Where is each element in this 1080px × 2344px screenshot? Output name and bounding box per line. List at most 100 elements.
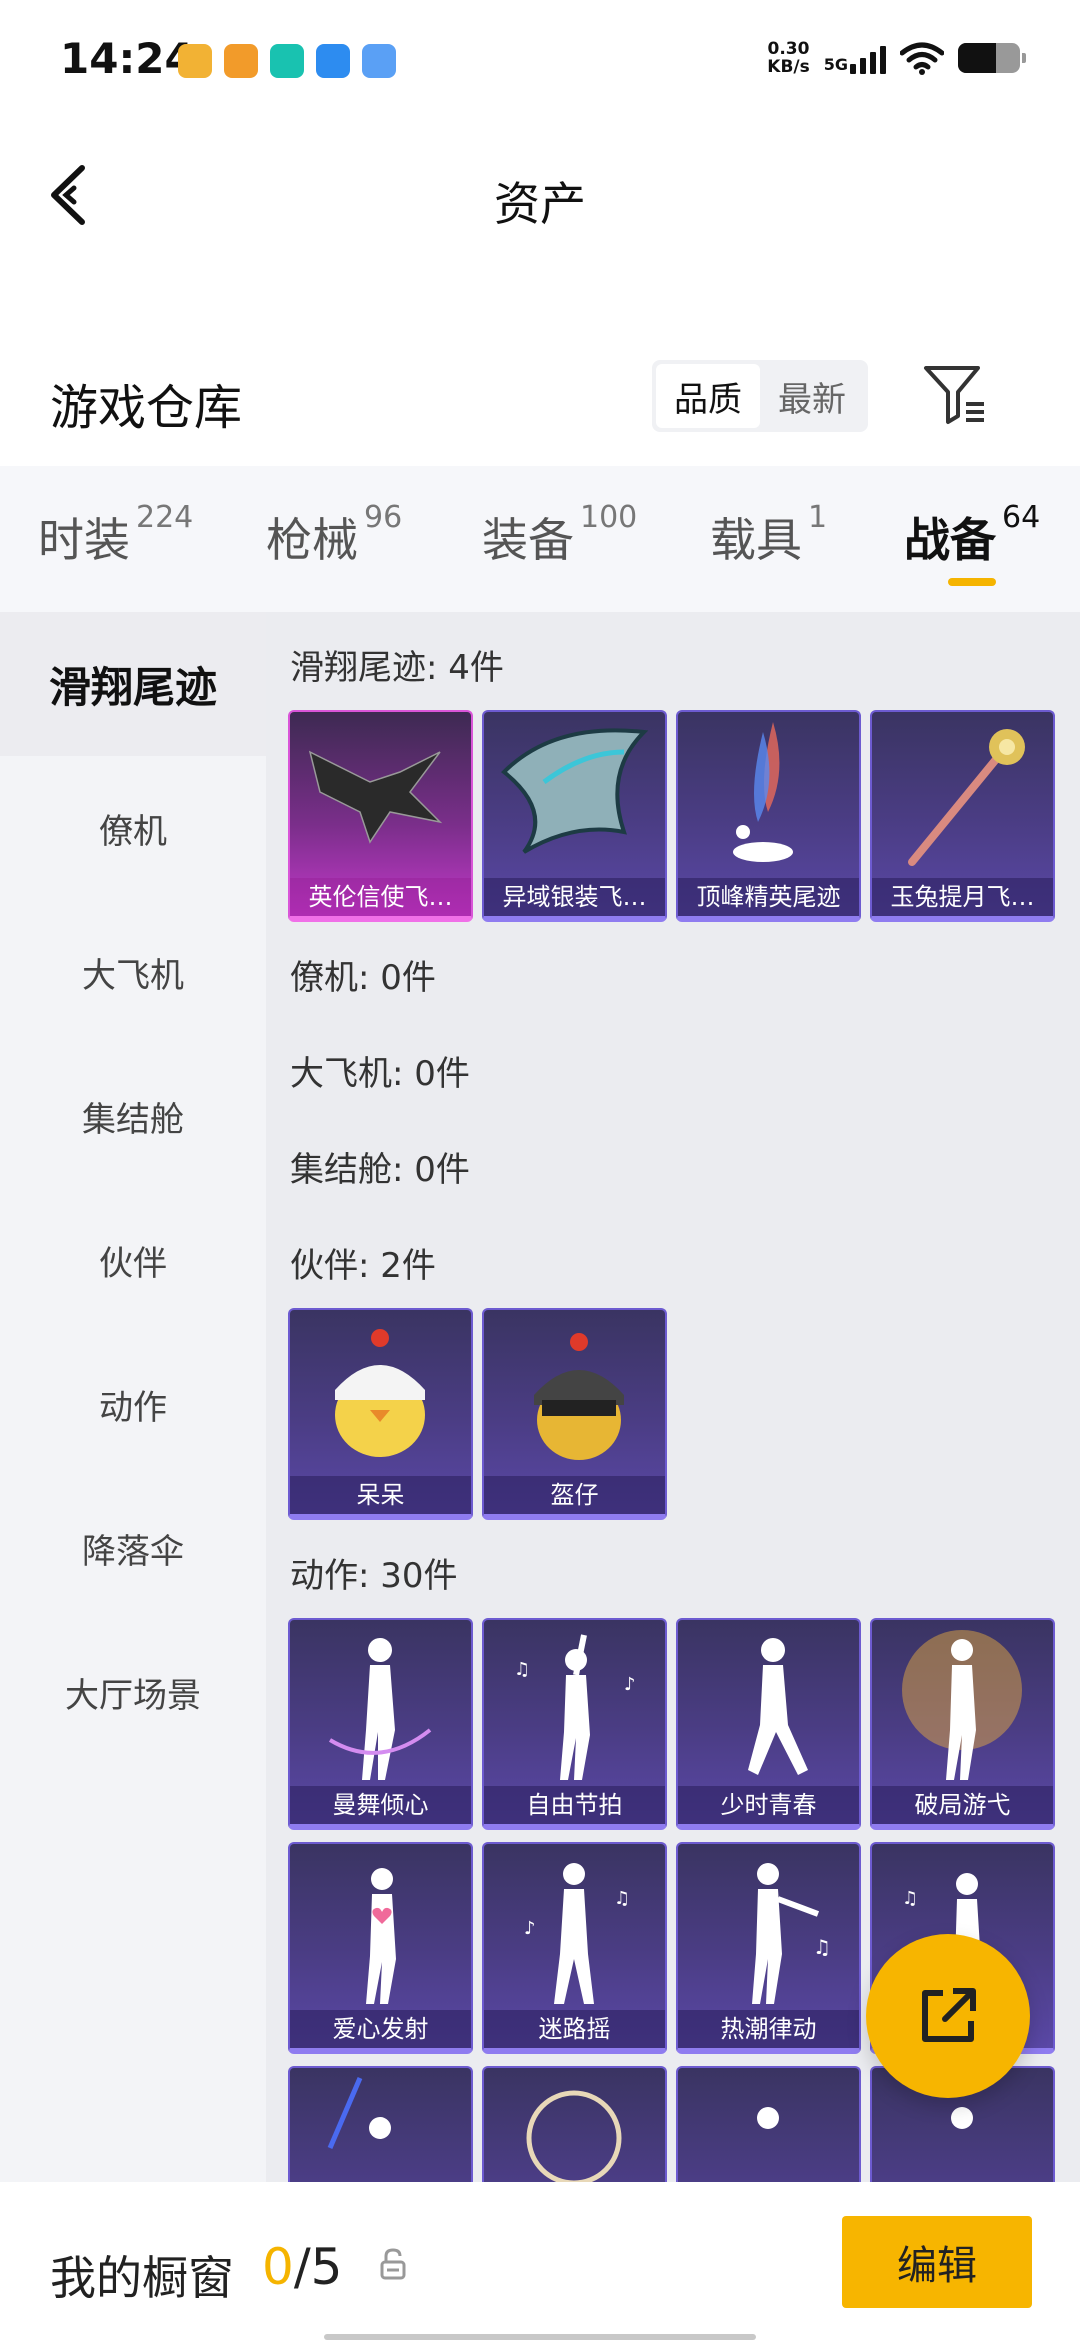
signal-icon [850, 42, 886, 74]
showcase-bar: 我的橱窗 0/5 编辑 [0, 2182, 1080, 2344]
item-card[interactable]: 曼舞倾心 [288, 1618, 473, 1830]
item-card[interactable]: ♫ 热潮律动 [676, 1842, 861, 2054]
heart-dancer-item-image [366, 1868, 396, 2004]
item-card[interactable]: 异域银装飞… [482, 710, 667, 922]
status-time: 14:24 [60, 34, 194, 83]
filter-button[interactable] [920, 358, 992, 430]
section-title-wingman: 僚机: 0件 [290, 958, 436, 998]
dancer-item-image [748, 1638, 808, 1775]
page-title: 资产 [494, 177, 586, 231]
item-name: 爱心发射 [290, 2010, 471, 2048]
side-item-parachute[interactable]: 降落伞 [0, 1476, 266, 1620]
item-name: 破局游弋 [872, 1786, 1053, 1824]
svg-text:♪: ♪ [524, 1918, 536, 1939]
showcase-count: 0/5 [262, 2238, 342, 2296]
item-card[interactable]: ♫ ♪ 自由节拍 [482, 1618, 667, 1830]
sort-quality-option[interactable]: 品质 [656, 364, 760, 428]
status-bar: 14:24 0.30 KB/s 5G [0, 0, 1080, 120]
tab-vehicles[interactable]: 载具 1 [710, 500, 827, 570]
item-card[interactable]: 盔仔 [482, 1308, 667, 1520]
chick-item-image [335, 1329, 425, 1457]
net-speed: 0.30 KB/s [767, 40, 809, 76]
item-name: 热潮律动 [678, 2010, 859, 2048]
svg-text:♫: ♫ [514, 1659, 530, 1680]
item-card[interactable] [288, 2066, 473, 2182]
tab-combat-gear[interactable]: 战备 64 [904, 500, 1040, 570]
item-name: 少时青春 [678, 1786, 859, 1824]
svg-text:♫: ♫ [813, 1935, 831, 1959]
active-tab-indicator [948, 578, 996, 586]
side-item-glide-trail[interactable]: 滑翔尾迹 [0, 612, 266, 756]
app-notification-icon [178, 44, 212, 78]
status-indicators: 0.30 KB/s 5G [767, 40, 1026, 76]
battery-icon [958, 43, 1026, 73]
item-card[interactable]: 玉兔提月飞… [870, 710, 1055, 922]
tab-count: 100 [580, 500, 638, 535]
dancer-item-image: ♫ ♪ [514, 1634, 636, 1780]
dancer-item-image [328, 1638, 432, 1780]
app-notification-icon [270, 44, 304, 78]
app-notification-icon [224, 44, 258, 78]
item-card[interactable]: ♪ ♫ 迷路摇 [482, 1842, 667, 2054]
share-button[interactable] [866, 1934, 1030, 2098]
tab-label: 枪械 [266, 513, 358, 567]
item-name: 迷路摇 [484, 2010, 665, 2048]
side-nav: 滑翔尾迹 僚机 大飞机 集结舱 伙伴 动作 降落伞 大厅场景 [0, 612, 266, 2182]
filter-icon [924, 366, 984, 424]
item-card[interactable]: 顶峰精英尾迹 [676, 710, 861, 922]
dancer-item-image [757, 2107, 779, 2129]
section-title-emote: 动作: 30件 [290, 1556, 458, 1596]
item-card[interactable]: 呆呆 [288, 1308, 473, 1520]
wifi-icon [900, 42, 944, 75]
home-indicator[interactable] [324, 2334, 756, 2340]
side-item-wingman[interactable]: 僚机 [0, 756, 266, 900]
item-card[interactable]: 爱心发射 [288, 1842, 473, 2054]
item-name: 自由节拍 [484, 1786, 665, 1824]
item-card[interactable] [482, 2066, 667, 2182]
tab-label: 战备 [904, 513, 996, 567]
item-name: 呆呆 [290, 1476, 471, 1514]
item-name: 异域银装飞… [484, 878, 665, 916]
tab-label: 装备 [482, 513, 574, 567]
showcase-title: 我的橱窗 [50, 2251, 234, 2305]
golden-wings-item-image [902, 1630, 1022, 1780]
dancer-item-image [327, 2077, 391, 2149]
tab-fashion[interactable]: 时装 224 [38, 500, 193, 570]
section-title-pod: 集结舱: 0件 [290, 1150, 470, 1190]
category-tabs: 时装 224 枪械 96 装备 100 载具 1 战备 64 [0, 466, 1080, 612]
side-item-emote[interactable]: 动作 [0, 1332, 266, 1476]
tab-count: 96 [364, 500, 403, 535]
section-title-plane: 大飞机: 0件 [290, 1054, 470, 1094]
assets-page: 14:24 0.30 KB/s 5G 资产 游戏仓库 品质 最新 时装 224 … [0, 0, 1080, 2344]
side-item-lobby-scene[interactable]: 大厅场景 [0, 1620, 266, 1764]
tab-label: 时装 [38, 513, 130, 567]
showcase-count-current: 0 [262, 2238, 294, 2296]
tab-label: 载具 [710, 513, 802, 567]
side-item-big-plane[interactable]: 大飞机 [0, 900, 266, 1044]
sort-toggle: 品质 最新 [652, 360, 868, 432]
section-title-companion: 伙伴: 2件 [290, 1246, 436, 1286]
warehouse-title: 游戏仓库 [50, 380, 243, 436]
status-app-icons [178, 44, 396, 78]
edit-button[interactable]: 编辑 [842, 2216, 1032, 2308]
svg-text:♪: ♪ [624, 1674, 636, 1695]
app-notification-icon [362, 44, 396, 78]
item-name: 顶峰精英尾迹 [678, 878, 859, 916]
raven-item-image [308, 750, 443, 844]
item-card[interactable]: 破局游弋 [870, 1618, 1055, 1830]
share-external-icon [922, 1988, 976, 2042]
tab-equipment[interactable]: 装备 100 [482, 500, 637, 570]
tab-count: 224 [136, 500, 194, 535]
item-card[interactable]: 英伦信使飞… [288, 710, 473, 922]
svg-text:♫: ♫ [614, 1888, 630, 1909]
item-card[interactable]: 少时青春 [676, 1618, 861, 1830]
item-card[interactable] [676, 2066, 861, 2182]
moon-staff-item-image [908, 729, 1025, 866]
app-notification-icon [316, 44, 350, 78]
side-item-assembly-pod[interactable]: 集结舱 [0, 1044, 266, 1188]
tab-weapons[interactable]: 枪械 96 [266, 500, 402, 570]
section-title-glide: 滑翔尾迹: 4件 [290, 648, 504, 688]
sort-newest-option[interactable]: 最新 [760, 364, 864, 428]
side-item-companion[interactable]: 伙伴 [0, 1188, 266, 1332]
showcase-count-total: /5 [293, 2238, 343, 2296]
